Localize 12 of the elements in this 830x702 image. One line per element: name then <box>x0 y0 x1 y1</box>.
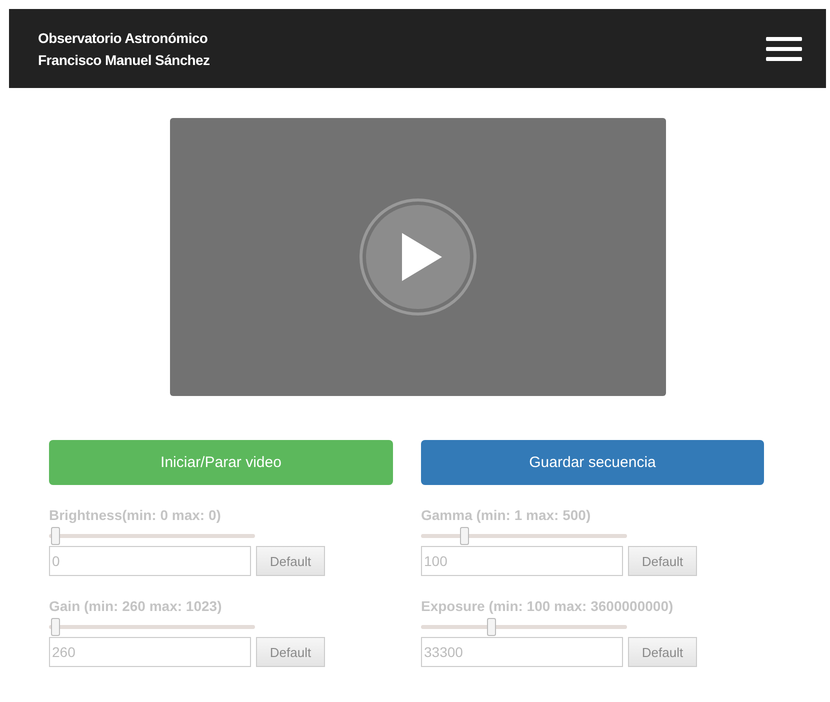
action-button[interactable]: Iniciar/Parar video <box>49 440 393 485</box>
menu-icon[interactable] <box>766 36 802 62</box>
control-label: Gain (min: 260 max: 1023) <box>49 598 223 616</box>
slider[interactable] <box>421 527 627 545</box>
control-label: Gamma (min: 1 max: 500) <box>421 507 592 525</box>
slider[interactable] <box>421 618 627 636</box>
site-title: Observatorio Astronómico Francisco Manuel Sánchez <box>38 28 210 70</box>
slider[interactable] <box>49 527 255 545</box>
control-label: Exposure (min: 100 max: 3600000000) <box>421 598 674 616</box>
control-label: Brightness(min: 0 max: 0) <box>49 507 222 525</box>
slider[interactable] <box>49 618 255 636</box>
action-button[interactable]: Guardar secuencia <box>421 440 764 485</box>
